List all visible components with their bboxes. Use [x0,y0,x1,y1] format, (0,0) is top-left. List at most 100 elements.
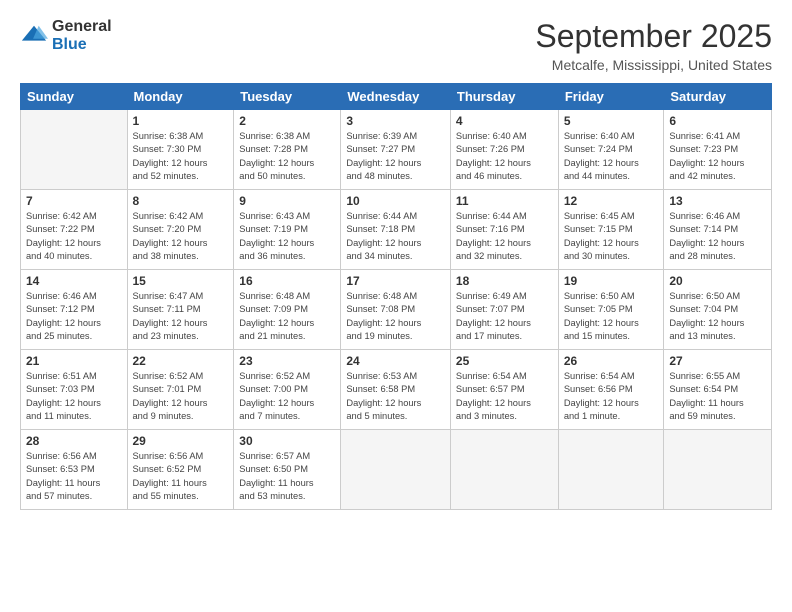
week-row-3: 21 Sunrise: 6:51 AMSunset: 7:03 PMDayligh… [21,350,772,430]
day-info: Sunrise: 6:40 AMSunset: 7:24 PMDaylight:… [564,130,659,184]
calendar-cell [21,110,128,190]
day-number: 23 [239,354,335,368]
day-info: Sunrise: 6:52 AMSunset: 7:01 PMDaylight:… [133,370,229,424]
day-info: Sunrise: 6:56 AMSunset: 6:52 PMDaylight:… [133,450,229,504]
calendar-header-row: SundayMondayTuesdayWednesdayThursdayFrid… [21,84,772,110]
col-header-saturday: Saturday [664,84,772,110]
day-number: 5 [564,114,659,128]
day-number: 29 [133,434,229,448]
day-info: Sunrise: 6:57 AMSunset: 6:50 PMDaylight:… [239,450,335,504]
week-row-0: 1 Sunrise: 6:38 AMSunset: 7:30 PMDaylight… [21,110,772,190]
day-number: 17 [346,274,445,288]
calendar-cell: 24Sunrise: 6:53 AMSunset: 6:58 PMDayligh… [341,350,451,430]
location-title: Metcalfe, Mississippi, United States [535,57,772,73]
day-number: 26 [564,354,659,368]
day-info: Sunrise: 6:50 AMSunset: 7:04 PMDaylight:… [669,290,766,344]
month-title: September 2025 [535,18,772,55]
logo-text: General Blue [52,18,112,53]
calendar-cell: 7 Sunrise: 6:42 AMSunset: 7:22 PMDaylight… [21,190,128,270]
day-info: Sunrise: 6:44 AMSunset: 7:16 PMDaylight:… [456,210,553,264]
day-number: 16 [239,274,335,288]
day-info: Sunrise: 6:38 AMSunset: 7:30 PMDaylight:… [133,130,229,184]
calendar-cell: 4 Sunrise: 6:40 AMSunset: 7:26 PMDaylight… [450,110,558,190]
calendar-cell: 6 Sunrise: 6:41 AMSunset: 7:23 PMDaylight… [664,110,772,190]
calendar-cell: 3 Sunrise: 6:39 AMSunset: 7:27 PMDaylight… [341,110,451,190]
col-header-wednesday: Wednesday [341,84,451,110]
day-info: Sunrise: 6:39 AMSunset: 7:27 PMDaylight:… [346,130,445,184]
calendar-cell: 25 Sunrise: 6:54 AMSunset: 6:57 PMDayligh… [450,350,558,430]
day-info: Sunrise: 6:56 AMSunset: 6:53 PMDaylight:… [26,450,122,504]
col-header-friday: Friday [558,84,664,110]
day-number: 15 [133,274,229,288]
calendar-cell: 27 Sunrise: 6:55 AMSunset: 6:54 PMDayligh… [664,350,772,430]
week-row-1: 7 Sunrise: 6:42 AMSunset: 7:22 PMDaylight… [21,190,772,270]
calendar-cell [450,430,558,510]
week-row-2: 14Sunrise: 6:46 AMSunset: 7:12 PMDayligh… [21,270,772,350]
day-number: 2 [239,114,335,128]
day-info: Sunrise: 6:53 AMSunset: 6:58 PMDaylight:… [346,370,445,424]
day-info: Sunrise: 6:46 AMSunset: 7:12 PMDaylight:… [26,290,122,344]
calendar-cell: 2Sunrise: 6:38 AMSunset: 7:28 PMDaylight… [234,110,341,190]
day-number: 19 [564,274,659,288]
day-number: 12 [564,194,659,208]
calendar-cell: 10 Sunrise: 6:44 AMSunset: 7:18 PMDayligh… [341,190,451,270]
calendar-cell: 5 Sunrise: 6:40 AMSunset: 7:24 PMDaylight… [558,110,664,190]
day-info: Sunrise: 6:50 AMSunset: 7:05 PMDaylight:… [564,290,659,344]
col-header-tuesday: Tuesday [234,84,341,110]
day-number: 7 [26,194,122,208]
day-number: 28 [26,434,122,448]
calendar-cell: 20 Sunrise: 6:50 AMSunset: 7:04 PMDayligh… [664,270,772,350]
calendar-cell: 30 Sunrise: 6:57 AMSunset: 6:50 PMDayligh… [234,430,341,510]
day-number: 18 [456,274,553,288]
logo: General Blue [20,18,112,53]
day-info: Sunrise: 6:40 AMSunset: 7:26 PMDaylight:… [456,130,553,184]
col-header-sunday: Sunday [21,84,128,110]
calendar-cell [558,430,664,510]
day-info: Sunrise: 6:48 AMSunset: 7:08 PMDaylight:… [346,290,445,344]
day-info: Sunrise: 6:47 AMSunset: 7:11 PMDaylight:… [133,290,229,344]
day-info: Sunrise: 6:49 AMSunset: 7:07 PMDaylight:… [456,290,553,344]
calendar-cell: 17 Sunrise: 6:48 AMSunset: 7:08 PMDayligh… [341,270,451,350]
day-number: 21 [26,354,122,368]
day-number: 25 [456,354,553,368]
day-info: Sunrise: 6:46 AMSunset: 7:14 PMDaylight:… [669,210,766,264]
calendar-cell: 15 Sunrise: 6:47 AMSunset: 7:11 PMDayligh… [127,270,234,350]
day-number: 1 [133,114,229,128]
day-info: Sunrise: 6:55 AMSunset: 6:54 PMDaylight:… [669,370,766,424]
calendar-cell: 12 Sunrise: 6:45 AMSunset: 7:15 PMDayligh… [558,190,664,270]
day-info: Sunrise: 6:42 AMSunset: 7:22 PMDaylight:… [26,210,122,264]
day-number: 6 [669,114,766,128]
calendar-cell: 19 Sunrise: 6:50 AMSunset: 7:05 PMDayligh… [558,270,664,350]
calendar-cell: 29 Sunrise: 6:56 AMSunset: 6:52 PMDayligh… [127,430,234,510]
calendar: SundayMondayTuesdayWednesdayThursdayFrid… [20,83,772,510]
calendar-cell [341,430,451,510]
day-number: 4 [456,114,553,128]
calendar-cell: 23 Sunrise: 6:52 AMSunset: 7:00 PMDayligh… [234,350,341,430]
day-number: 22 [133,354,229,368]
day-info: Sunrise: 6:45 AMSunset: 7:15 PMDaylight:… [564,210,659,264]
day-info: Sunrise: 6:52 AMSunset: 7:00 PMDaylight:… [239,370,335,424]
logo-icon [20,22,48,50]
calendar-cell: 22 Sunrise: 6:52 AMSunset: 7:01 PMDayligh… [127,350,234,430]
day-info: Sunrise: 6:54 AMSunset: 6:57 PMDaylight:… [456,370,553,424]
header: General Blue September 2025 Metcalfe, Mi… [20,18,772,73]
calendar-cell: 21 Sunrise: 6:51 AMSunset: 7:03 PMDayligh… [21,350,128,430]
day-info: Sunrise: 6:42 AMSunset: 7:20 PMDaylight:… [133,210,229,264]
calendar-cell: 11Sunrise: 6:44 AMSunset: 7:16 PMDayligh… [450,190,558,270]
col-header-monday: Monday [127,84,234,110]
day-info: Sunrise: 6:41 AMSunset: 7:23 PMDaylight:… [669,130,766,184]
title-block: September 2025 Metcalfe, Mississippi, Un… [535,18,772,73]
day-info: Sunrise: 6:51 AMSunset: 7:03 PMDaylight:… [26,370,122,424]
col-header-thursday: Thursday [450,84,558,110]
week-row-4: 28 Sunrise: 6:56 AMSunset: 6:53 PMDayligh… [21,430,772,510]
day-number: 30 [239,434,335,448]
day-number: 3 [346,114,445,128]
day-info: Sunrise: 6:44 AMSunset: 7:18 PMDaylight:… [346,210,445,264]
calendar-cell: 28 Sunrise: 6:56 AMSunset: 6:53 PMDayligh… [21,430,128,510]
day-number: 20 [669,274,766,288]
day-number: 10 [346,194,445,208]
calendar-cell: 1 Sunrise: 6:38 AMSunset: 7:30 PMDaylight… [127,110,234,190]
day-number: 27 [669,354,766,368]
day-info: Sunrise: 6:54 AMSunset: 6:56 PMDaylight:… [564,370,659,424]
calendar-cell: 18 Sunrise: 6:49 AMSunset: 7:07 PMDayligh… [450,270,558,350]
